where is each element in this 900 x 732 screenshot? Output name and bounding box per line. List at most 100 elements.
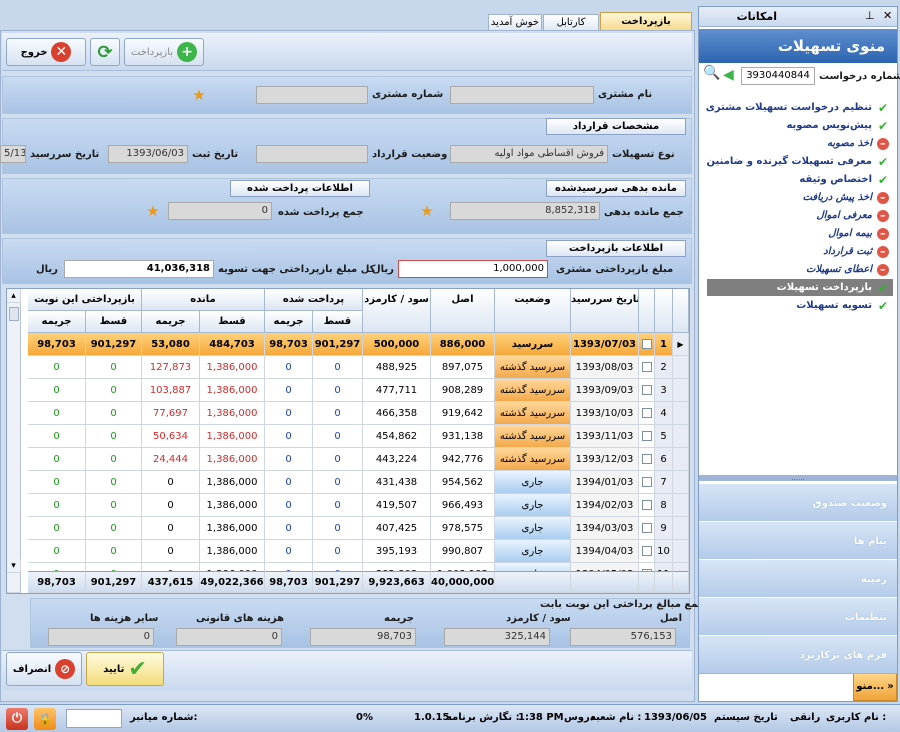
total-paid_pen: 98,703	[265, 571, 313, 593]
menu-item[interactable]: اعطای تسهیلات –	[806, 261, 889, 278]
pane-titlebar: امکانات ⊥ ✕	[699, 7, 897, 27]
menu-item[interactable]: ثبت قرارداد –	[823, 243, 889, 260]
cancel-button[interactable]: انصراف ⊘	[6, 652, 82, 686]
blocked-icon: –	[877, 227, 889, 240]
accordion-item[interactable]: فرم های پرکاربرد	[699, 635, 897, 674]
progress-percent: 0%	[356, 712, 373, 723]
row-indicator: ▶	[673, 333, 689, 356]
row-checkbox[interactable]	[639, 471, 655, 494]
scroll-thumb[interactable]	[9, 307, 19, 321]
power-icon[interactable]: ⏻	[6, 708, 28, 730]
checkbox-icon[interactable]	[641, 362, 652, 372]
contract-type-field: فروش اقساطی مواد اولیه	[450, 145, 608, 163]
header-interest: سود / کارمزد	[363, 289, 431, 333]
row-checkbox[interactable]	[639, 402, 655, 425]
row-number: 6	[655, 448, 673, 471]
row-indicator	[673, 425, 689, 448]
summary-interest-field: 325,144	[444, 628, 550, 646]
cell-paid_inst: 0	[313, 356, 363, 379]
menu-item[interactable]: پیش‌نویس مصوبه ✔	[786, 117, 889, 134]
row-checkbox[interactable]	[639, 333, 655, 356]
pin-icon[interactable]: ⊥	[865, 9, 875, 22]
checkbox-icon[interactable]	[641, 408, 652, 418]
close-icon[interactable]: ✕	[883, 9, 892, 22]
checkbox-icon[interactable]	[641, 500, 652, 510]
status-bar: نام کاربری : رانقی تاریخ سیستم 1393/06/0…	[0, 704, 900, 732]
menu-item[interactable]: بازپرداخت تسهیلات ✔	[707, 279, 893, 296]
splitter-handle[interactable]: ......	[699, 475, 897, 482]
lock-icon[interactable]: 🔒	[34, 708, 56, 730]
checkbox-icon[interactable]	[641, 523, 652, 533]
accordion-item[interactable]: پیام ها	[699, 521, 897, 560]
menu-item-label: پیش‌نویس مصوبه	[786, 120, 872, 131]
menu-item[interactable]: معرفی اموال –	[816, 207, 889, 224]
menu-item[interactable]: اخذ پیش دریافت –	[803, 189, 889, 206]
menu-item[interactable]: اختصاص وثیقه ✔	[799, 171, 889, 188]
cell-interest: 500,000	[363, 333, 431, 356]
cell-date: 1393/11/03	[571, 425, 639, 448]
search-icon[interactable]: 🔍	[703, 65, 720, 81]
header-status: وضعیت	[495, 289, 571, 333]
cell-rem_pen: 0	[142, 471, 200, 494]
checkbox-icon[interactable]	[641, 339, 652, 349]
cell-paid_inst: 0	[313, 402, 363, 425]
accordion-item[interactable]: تنظیمات	[699, 597, 897, 636]
refresh-button[interactable]: ⟳	[90, 38, 120, 66]
row-number: 9	[655, 517, 673, 540]
menu-item[interactable]: بیمه اموال –	[828, 225, 889, 242]
checkbox-icon[interactable]	[641, 546, 652, 556]
cell-now_pen: 0	[28, 448, 86, 471]
menu-item[interactable]: معرفی تسهیلات گیرنده و ضامنین ✔	[707, 153, 889, 170]
shortcut-input[interactable]	[66, 709, 122, 728]
summary-legal-field: 0	[176, 628, 282, 646]
row-checkbox[interactable]	[639, 448, 655, 471]
row-checkbox[interactable]	[639, 517, 655, 540]
customer-number-field[interactable]	[256, 86, 368, 104]
total-rem_pen: 437,615	[142, 571, 200, 593]
scroll-down-icon[interactable]: ▾	[7, 559, 21, 573]
request-number-input[interactable]: 3930440844	[741, 67, 815, 85]
tab-welcome[interactable]: خوش آمدید	[488, 14, 542, 31]
cell-paid_inst: 0	[313, 448, 363, 471]
checkbox-icon[interactable]	[641, 431, 652, 441]
checkbox-icon[interactable]	[641, 477, 652, 487]
confirm-button[interactable]: تایید ✔	[86, 652, 164, 686]
row-checkbox[interactable]	[639, 425, 655, 448]
star-icon[interactable]: ★	[420, 204, 434, 219]
cell-interest: 466,358	[363, 402, 431, 425]
paid-total-field: 0	[168, 202, 272, 220]
exit-button[interactable]: خروج ✕	[6, 38, 86, 66]
scroll-up-icon[interactable]: ▴	[7, 289, 21, 303]
customer-amount-input[interactable]: 1,000,000	[398, 260, 548, 278]
repay-button[interactable]: بازپرداخت +	[124, 38, 204, 66]
contract-type-label: نوع تسهیلات	[612, 149, 675, 160]
tab-repayment[interactable]: بازپرداخت تسهیلات	[600, 12, 692, 45]
menu-item[interactable]: تسویه تسهیلات ✔	[796, 297, 889, 314]
row-checkbox[interactable]	[639, 494, 655, 517]
summary-penalty-field: 98,703	[310, 628, 416, 646]
star-icon[interactable]: ★	[192, 88, 206, 103]
menu-item[interactable]: تنظیم درخواست تسهیلات مشتری ✔	[706, 99, 889, 116]
checkbox-icon[interactable]	[641, 385, 652, 395]
checkbox-icon[interactable]	[641, 454, 652, 464]
accordion-item[interactable]: وضعیت صندوق	[699, 483, 897, 522]
grid-scrollbar[interactable]	[7, 289, 21, 593]
tab-kartable[interactable]: کارتابل	[543, 14, 599, 31]
total-interest: 9,923,663	[363, 571, 431, 593]
cell-interest: 454,862	[363, 425, 431, 448]
cell-now_pen: 0	[28, 494, 86, 517]
menu-item[interactable]: اخذ مصوبه –	[827, 135, 889, 152]
accordion-item[interactable]: زمینه	[699, 559, 897, 598]
branch-label: نام شعبه :	[590, 712, 642, 723]
check-icon: ✔	[877, 154, 889, 169]
cell-now_pen: 0	[28, 540, 86, 563]
customer-name-field[interactable]	[450, 86, 594, 104]
row-checkbox[interactable]	[639, 540, 655, 563]
star-icon[interactable]: ★	[146, 204, 160, 219]
cell-paid_pen: 98,703	[265, 333, 313, 356]
cell-principal: 954,562	[431, 471, 495, 494]
row-checkbox[interactable]	[639, 356, 655, 379]
row-checkbox[interactable]	[639, 379, 655, 402]
go-arrow-icon[interactable]: ◀	[723, 67, 734, 83]
menu-tab[interactable]: منو... »	[853, 671, 897, 701]
